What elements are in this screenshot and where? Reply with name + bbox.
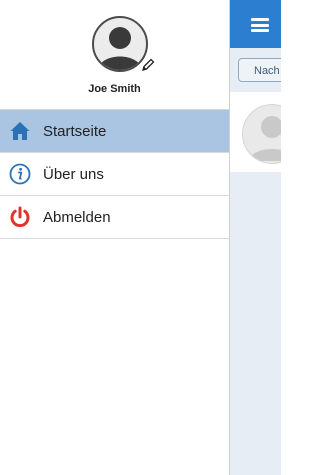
menu-item-label: Über uns bbox=[43, 165, 104, 183]
main-action-button[interactable]: Nach bbox=[238, 58, 281, 82]
main-card[interactable] bbox=[230, 92, 281, 172]
hamburger-icon[interactable] bbox=[251, 18, 269, 32]
menu-item-label: Abmelden bbox=[43, 208, 111, 226]
side-drawer: Joe Smith Startseite Über uns Abmelden bbox=[0, 0, 230, 475]
profile-header: Joe Smith bbox=[0, 0, 229, 110]
home-icon bbox=[9, 120, 31, 142]
power-icon bbox=[9, 206, 31, 228]
main-content: Nach bbox=[230, 0, 281, 475]
menu-item-abmelden[interactable]: Abmelden bbox=[0, 196, 229, 239]
info-icon bbox=[9, 163, 31, 185]
menu-item-ueber-uns[interactable]: Über uns bbox=[0, 153, 229, 196]
user-avatar-icon bbox=[242, 104, 281, 164]
menu-item-startseite[interactable]: Startseite bbox=[0, 110, 229, 153]
menu-item-label: Startseite bbox=[43, 122, 107, 140]
user-name: Joe Smith bbox=[88, 83, 141, 95]
pencil-icon[interactable] bbox=[140, 57, 156, 73]
top-bar bbox=[230, 0, 281, 48]
app-screen: Nach Joe Smith Startseite Über uns Abmel… bbox=[0, 0, 281, 475]
